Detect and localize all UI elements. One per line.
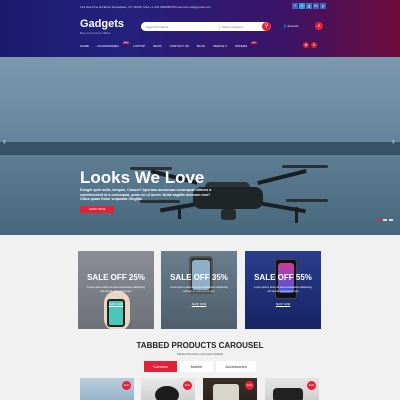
promo-text: Lorem ipsum dolor sit amet consectetur a… — [254, 286, 312, 293]
drone-leg — [295, 207, 298, 223]
facebook-icon[interactable]: f — [292, 3, 298, 9]
product-card[interactable]: Sale! — [203, 378, 257, 400]
camera-image — [213, 384, 239, 400]
product-card[interactable]: Sale! — [141, 378, 195, 400]
chevron-down-icon: ▾ — [225, 44, 227, 48]
site-header: 123 Oak Pine Rd Elvitz Scaredales, NY 11… — [0, 0, 400, 57]
nav-item-device[interactable]: DEVICE▾ — [213, 44, 227, 48]
section-subtitle: Tabbed Products Carousel Subtitle — [176, 352, 224, 356]
sale-badge: Sale! — [245, 381, 254, 390]
wishlist-icon[interactable]: ♥ — [311, 42, 317, 48]
nav-label: CONTACT US — [169, 44, 189, 48]
slider-dots — [377, 219, 393, 221]
promo-shop-now[interactable]: SHOP NOW — [245, 303, 321, 306]
product-tabs: Camera Mobile Accessories — [144, 361, 256, 372]
nav-item-blog[interactable]: BLOG — [197, 44, 205, 48]
promo-shop-now[interactable]: SHOP NOW — [161, 303, 237, 306]
hero-description: Donget quin nulla, tempus, Cursus? Aperi… — [80, 188, 212, 202]
promo-title: SALE OFF 55% — [254, 273, 312, 282]
promo-shop-now[interactable]: SHOP NOW — [78, 303, 154, 306]
sale-badge: Sale! — [122, 381, 131, 390]
main-nav: HOME ACCESSORIESNEW LAPTOP SHOP CONTACT … — [80, 42, 258, 48]
nav-label: HOME — [80, 44, 89, 48]
twitter-icon[interactable]: t — [299, 3, 305, 9]
nav-label: LAPTOP — [133, 44, 146, 48]
contact-info: 123 Oak Pine Rd Elvitz Scaredales, NY 11… — [80, 5, 211, 9]
drone-leg — [178, 205, 181, 219]
lens-image — [155, 386, 179, 400]
nav-label: OFFERS — [234, 44, 248, 48]
sale-badge: Sale! — [183, 381, 192, 390]
linkedin-icon[interactable]: in — [313, 3, 319, 9]
new-badge: NEW — [122, 42, 130, 44]
nav-item-shop[interactable]: SHOP — [153, 44, 162, 48]
tab-mobile[interactable]: Mobile — [180, 361, 213, 372]
header-quick-icons: ⇄ ♥ — [303, 42, 317, 48]
pinterest-icon[interactable]: p — [320, 3, 326, 9]
slider-dot[interactable] — [377, 219, 381, 221]
nav-item-laptop[interactable]: LAPTOP — [133, 44, 145, 48]
hot-badge: HOT — [251, 42, 258, 44]
nav-item-accessories[interactable]: ACCESSORIESNEW — [97, 42, 130, 48]
product-card[interactable]: Sale! — [80, 378, 134, 400]
search-input[interactable] — [141, 22, 219, 31]
section-heading: TABBED PRODUCTS CAROUSEL — [136, 341, 264, 350]
promo-text: Lorem ipsum dolor sit amet consectetur a… — [170, 286, 228, 293]
nav-item-contact[interactable]: CONTACT US — [170, 44, 189, 48]
promo-title: SALE OFF 35% — [170, 273, 228, 282]
account-label: Account — [287, 24, 299, 28]
cart-icon[interactable]: 0 — [315, 22, 323, 30]
promo-banner[interactable]: SALE OFF 35% Lorem ipsum dolor sit amet … — [161, 251, 237, 329]
slider-prev-arrow[interactable]: ‹ — [3, 137, 6, 146]
hero-slider: ‹ › — [0, 57, 400, 235]
tab-camera[interactable]: Camera — [144, 361, 177, 372]
search-button[interactable]: ⚲ — [262, 22, 271, 31]
nav-label: BLOG — [196, 44, 206, 48]
search-icon: ⚲ — [264, 23, 269, 29]
search-bar: Select Category ⚲ — [141, 22, 271, 31]
promo-text: Lorem ipsum dolor sit amet consectetur a… — [87, 286, 145, 293]
slider-dot[interactable] — [389, 219, 393, 221]
camera-image — [273, 388, 303, 400]
compare-icon[interactable]: ⇄ — [303, 42, 309, 48]
slider-next-arrow[interactable]: › — [392, 137, 395, 146]
nav-item-offers[interactable]: OFFERSHOT — [234, 42, 258, 48]
tab-accessories[interactable]: Accessories — [216, 361, 256, 372]
nav-label: DEVICE — [213, 44, 225, 48]
slider-dot[interactable] — [383, 219, 387, 221]
social-links: f t g in p — [292, 3, 326, 9]
nav-label: SHOP — [153, 44, 162, 48]
product-card[interactable]: Sale! — [265, 378, 319, 400]
sale-badge: Sale! — [307, 381, 316, 390]
site-tagline: Best Commerce Offers — [80, 31, 111, 35]
account-link[interactable]: 👤 Account — [283, 24, 298, 28]
google-plus-icon[interactable]: g — [306, 3, 312, 9]
drone-camera — [221, 209, 236, 220]
shop-now-button[interactable]: SHOP NOW — [80, 206, 114, 213]
promo-title: SALE OFF 25% — [87, 273, 145, 282]
site-logo[interactable]: Gadgets — [80, 18, 124, 30]
cart-count: 0 — [317, 23, 321, 28]
drone-rotor — [286, 199, 328, 202]
promo-banner[interactable]: SALE OFF 25% Lorem ipsum dolor sit amet … — [78, 251, 154, 329]
nav-item-home[interactable]: HOME — [80, 44, 89, 48]
nav-label: ACCESSORIES — [97, 44, 119, 48]
category-select[interactable]: Select Category — [219, 24, 255, 29]
drone-rotor — [282, 165, 328, 168]
hero-title: Looks We Love — [80, 168, 205, 187]
promo-banner[interactable]: SALE OFF 55% Lorem ipsum dolor sit amet … — [245, 251, 321, 329]
